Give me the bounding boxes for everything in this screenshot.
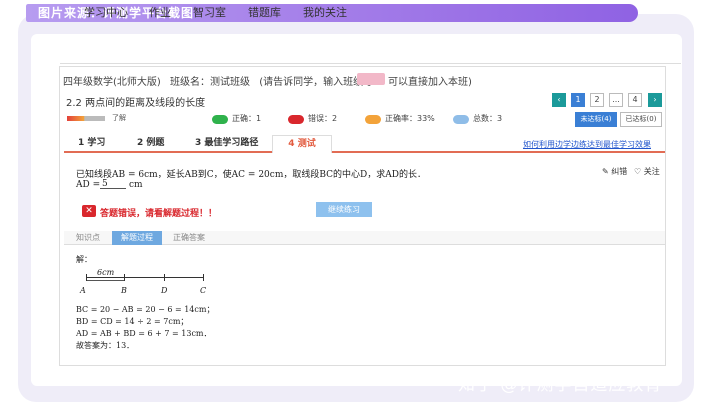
tab-examples[interactable]: 2 例题	[137, 135, 164, 153]
answer-unit: cm	[129, 180, 143, 190]
point-label-c: C	[200, 286, 207, 295]
solution-line-2: BD = CD = 14 ÷ 2 = 7cm；	[76, 317, 189, 326]
redacted-class-number	[357, 73, 385, 85]
follow-label: 关注	[643, 167, 660, 176]
tab-study[interactable]: 1 学习	[78, 135, 105, 153]
nav-my-follows[interactable]: 我的关注	[303, 4, 347, 20]
follow-button[interactable]: ♡ 关注	[634, 166, 660, 177]
point-label-b: B	[121, 286, 127, 295]
report-error-button[interactable]: ✎ 纠错	[602, 166, 627, 177]
invite-prefix: (请告诉同学，输入班级号	[259, 77, 374, 88]
tab-test[interactable]: 4 测试	[272, 135, 332, 153]
prev-page-button[interactable]: ‹	[552, 93, 566, 107]
page-2-button[interactable]: 2	[590, 93, 604, 107]
figure-tick-b	[124, 274, 125, 281]
subtab-knowledge[interactable]: 知识点	[68, 231, 108, 245]
correct-count: 正确：1	[232, 114, 262, 123]
top-nav	[60, 41, 681, 64]
solution-heading: 解：	[76, 255, 92, 264]
point-label-d: D	[161, 286, 168, 295]
subtab-correct-answer[interactable]: 正确答案	[164, 231, 214, 245]
nav-homework[interactable]: 作业	[149, 4, 171, 20]
mastery-label: 了解	[112, 114, 126, 122]
figure-tick-c	[203, 274, 204, 281]
course-title: 四年级数学(北师大版)	[63, 77, 161, 88]
solution-line-4: 故答案为：13．	[76, 341, 135, 350]
correct-indicator	[212, 115, 228, 124]
solution-line-1: BC = 20 − AB = 20 − 6 = 14cm；	[76, 305, 215, 314]
solution-line-3: AD = AB + BD = 6 + 7 = 13cm．	[76, 329, 212, 338]
error-message: 答题错误，请看解题过程！！	[100, 209, 218, 219]
answer-prefix: AD =	[76, 180, 101, 190]
reached-button[interactable]: 已达标(0)	[620, 112, 662, 127]
question-text: 已知线段AB = 6cm，延长AB到C，使AC = 20cm，取线段BC的中心D…	[76, 170, 426, 180]
nav-mistake-bank[interactable]: 错题库	[248, 4, 281, 20]
page-1-button[interactable]: 1	[571, 93, 585, 107]
course-header: 四年级数学(北师大版) 班级名：测试班级 (请告诉同学，输入班级号	[63, 73, 373, 88]
heart-icon: ♡	[634, 167, 642, 176]
class-name: 班级名：测试班级	[170, 77, 250, 88]
figure-segment	[86, 277, 203, 278]
wrong-count: 错误：2	[308, 114, 338, 123]
pencil-icon: ✎	[602, 167, 609, 176]
figure-label: 6cm	[97, 268, 115, 277]
figure-tick-d	[164, 274, 165, 281]
nav-learning-center[interactable]: 学习中心	[84, 4, 128, 20]
tab-best-path[interactable]: 3 最佳学习路径	[195, 135, 258, 153]
figure-brace	[86, 280, 124, 281]
page-ellipsis: ...	[609, 93, 623, 107]
lesson-title: 2.2 两点间的距离及线段的长度	[66, 98, 206, 109]
not-reached-button[interactable]: 未达标(4)	[575, 112, 617, 127]
error-icon: ✕	[82, 205, 96, 217]
figure-tick-a	[86, 274, 87, 281]
continue-practice-button[interactable]: 继续练习	[316, 202, 372, 217]
total-indicator	[453, 115, 469, 124]
invite-suffix: 可以直接加入本班)	[388, 77, 472, 88]
accuracy-rate: 正确率：33%	[385, 114, 435, 123]
page-4-button[interactable]: 4	[628, 93, 642, 107]
report-error-label: 纠错	[611, 167, 628, 176]
nav-study-room[interactable]: 智习室	[193, 4, 226, 20]
wrong-indicator	[288, 115, 304, 124]
subtab-solution-process[interactable]: 解题过程	[112, 231, 162, 245]
learning-tips-link[interactable]: 如何利用边学边练达到最佳学习效果	[523, 139, 651, 150]
accuracy-indicator	[365, 115, 381, 124]
mastery-progress-bar	[67, 116, 105, 121]
total-count: 总数：3	[473, 114, 503, 123]
answer-input[interactable]: 5	[102, 179, 108, 189]
watermark: 知乎 @评测学自适应教育	[458, 375, 663, 395]
next-page-button[interactable]: ›	[648, 93, 662, 107]
point-label-a: A	[80, 286, 86, 295]
